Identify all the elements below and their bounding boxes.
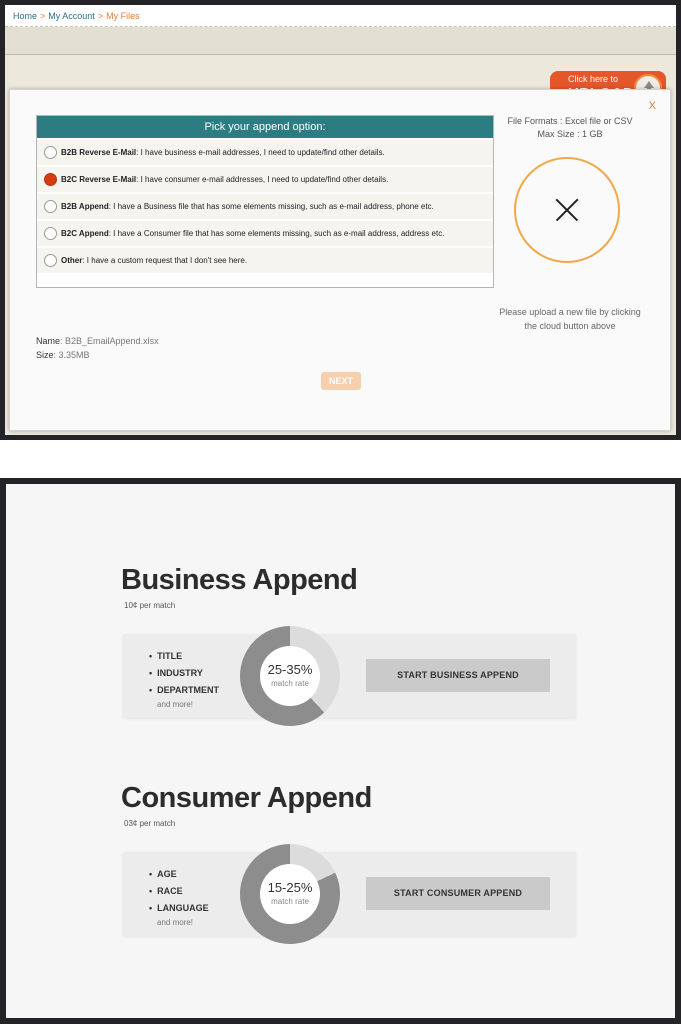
option-description: I have consumer e-mail addresses, I need… [140, 175, 389, 184]
file-format-info: File Formats : Excel file or CSV Max Siz… [490, 115, 650, 141]
append-plans-frame: Business Append 10¢ per match TITLE INDU… [0, 478, 681, 1024]
feature-item: TITLE [149, 648, 219, 665]
breadcrumb-my-account[interactable]: My Account [48, 11, 95, 21]
file-name-row: Name: B2B_EmailAppend.xlsx [36, 334, 159, 348]
file-formats-text: File Formats : Excel file or CSV [507, 116, 633, 126]
feature-item: AGE [149, 866, 209, 883]
option-name: B2C Append [61, 229, 109, 238]
business-price: 10¢ per match [124, 601, 176, 610]
upload-screen-frame: Home>My Account>My Files Click here to U… [0, 0, 681, 440]
file-size-label: Size [36, 350, 54, 360]
feature-more: and more! [157, 918, 194, 927]
donut-center: 15-25% match rate [260, 864, 320, 924]
option-name: Other [61, 256, 83, 265]
feature-item: INDUSTRY [149, 665, 219, 682]
feature-item: LANGUAGE [149, 900, 209, 917]
breadcrumb-separator: > [97, 11, 104, 21]
feature-more: and more! [157, 700, 194, 709]
feature-item: RACE [149, 883, 209, 900]
breadcrumb-separator: > [40, 11, 46, 21]
breadcrumb-my-files[interactable]: My Files [106, 11, 140, 21]
file-name-label: Name [36, 336, 61, 346]
feature-item: DEPARTMENT [149, 682, 219, 699]
option-other[interactable]: Other: I have a custom request that I do… [37, 248, 493, 273]
radio-button[interactable] [44, 146, 57, 159]
upload-instructions-line: the cloud button above [524, 321, 616, 331]
donut-center: 25-35% match rate [260, 646, 320, 706]
consumer-feature-list: AGE RACE LANGUAGE and more! [149, 866, 209, 927]
option-description: I have a custom request that I don't see… [86, 256, 248, 265]
file-size-row: Size: 3.35MB [36, 348, 159, 362]
option-b2c-append[interactable]: B2C Append: I have a Consumer file that … [37, 221, 493, 246]
append-plans-screen: Business Append 10¢ per match TITLE INDU… [6, 484, 675, 1018]
match-rate-caption: match rate [271, 679, 309, 688]
option-name: B2B Reverse E-Mail [61, 148, 137, 157]
option-b2b-append[interactable]: B2B Append: I have a Business file that … [37, 194, 493, 219]
file-info: Name: B2B_EmailAppend.xlsx Size: 3.35MB [36, 334, 159, 362]
business-feature-list: TITLE INDUSTRY DEPARTMENT and more! [149, 648, 219, 709]
business-match-rate-donut: 25-35% match rate [240, 626, 340, 726]
match-rate-value: 15-25% [267, 880, 313, 895]
option-b2b-reverse-email[interactable]: B2B Reverse E-Mail: I have business e-ma… [37, 140, 493, 165]
append-option-modal: X Pick your append option: B2B Reverse E… [9, 89, 671, 431]
next-button[interactable]: NEXT [321, 372, 361, 390]
upload-button-caption: Click here to [568, 74, 619, 84]
upload-status-circle [514, 157, 620, 263]
upload-screen: Home>My Account>My Files Click here to U… [5, 5, 676, 435]
business-append-title: Business Append [121, 564, 358, 596]
radio-button-selected[interactable] [44, 173, 57, 186]
header-band [5, 27, 676, 55]
max-size-text: Max Size : 1 GB [537, 129, 603, 139]
option-description: I have a Consumer file that has some ele… [113, 229, 445, 238]
upload-instructions-line: Please upload a new file by clicking [499, 307, 641, 317]
close-icon[interactable]: X [649, 100, 656, 112]
option-description: I have a Business file that has some ele… [113, 202, 434, 211]
match-rate-caption: match rate [271, 897, 309, 906]
option-name: B2C Reverse E-Mail [61, 175, 137, 184]
radio-button[interactable] [44, 200, 57, 213]
option-name: B2B Append [61, 202, 109, 211]
business-append-card: TITLE INDUSTRY DEPARTMENT and more! 25-3… [123, 626, 576, 726]
consumer-price: 03¢ per match [124, 819, 176, 828]
start-consumer-append-button[interactable]: START CONSUMER APPEND [366, 877, 550, 910]
breadcrumb: Home > My Account > My Files [5, 5, 676, 27]
radio-button[interactable] [44, 254, 57, 267]
radio-button[interactable] [44, 227, 57, 240]
file-name-value: : B2B_EmailAppend.xlsx [60, 336, 159, 346]
option-description: I have business e-mail addresses, I need… [140, 148, 385, 157]
upload-instructions: Please upload a new file by clicking the… [492, 305, 648, 333]
start-business-append-button[interactable]: START BUSINESS APPEND [366, 659, 550, 692]
append-options-panel: Pick your append option: B2B Reverse E-M… [36, 115, 494, 288]
match-rate-value: 25-35% [267, 662, 313, 677]
option-b2c-reverse-email[interactable]: B2C Reverse E-Mail: I have consumer e-ma… [37, 167, 493, 192]
consumer-append-card: AGE RACE LANGUAGE and more! 15-25% match… [123, 844, 576, 944]
options-title: Pick your append option: [37, 116, 493, 138]
consumer-match-rate-donut: 15-25% match rate [240, 844, 340, 944]
file-size-value: : 3.35MB [53, 350, 90, 360]
breadcrumb-home[interactable]: Home [13, 11, 37, 21]
consumer-append-title: Consumer Append [121, 782, 372, 814]
